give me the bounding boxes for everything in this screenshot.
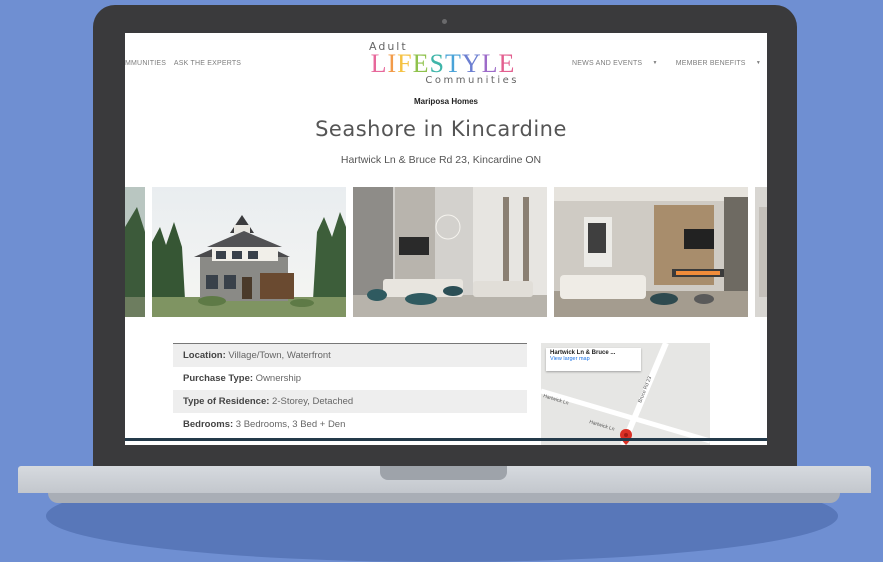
photo-gallery[interactable] [125, 187, 767, 317]
nav-benefits-label: MEMBER BENEFITS [675, 60, 746, 67]
listing-address: Hartwick Ln & Bruce Rd 23, Kincardine ON [340, 154, 542, 166]
detail-row-residence-type: Type of Residence: 2-Storey, Detached [173, 390, 527, 413]
logo-letter: Y [461, 49, 482, 78]
property-details-list: Location: Village/Town, Waterfront Purch… [173, 343, 527, 436]
builder-name[interactable]: Mariposa Homes [125, 97, 767, 106]
nav-left: MMUNITIES ASK THE EXPERTS [125, 60, 247, 67]
detail-value: 3 Bedrooms, 3 Bed + Den [233, 419, 346, 430]
logo-letter: I [387, 49, 398, 78]
logo-letter: L [370, 49, 388, 78]
detail-label: Type of Residence: [183, 396, 270, 407]
nav-item-communities[interactable]: MMUNITIES [125, 60, 166, 67]
map-info-card: Hartwick Ln & Bruce ... View larger map [546, 348, 641, 371]
gallery-photo-great-room[interactable] [554, 187, 748, 317]
nav-item-news-and-events[interactable]: NEWS AND EVENTS ▼ [564, 60, 658, 67]
detail-value: Village/Town, Waterfront [225, 350, 331, 361]
laptop-base-bottom [48, 493, 840, 503]
caret-down-icon: ▼ [755, 60, 761, 67]
logo-letter: T [444, 49, 462, 78]
nav-item-member-benefits[interactable]: MEMBER BENEFITS ▼ [668, 60, 761, 67]
detail-label: Location: [183, 350, 226, 361]
caret-down-icon: ▼ [652, 60, 658, 67]
nav-news-label: NEWS AND EVENTS [572, 60, 643, 67]
detail-label: Bedrooms: [183, 419, 234, 430]
logo-letter: S [429, 49, 445, 78]
gallery-photo-exterior[interactable] [152, 187, 346, 317]
logo-letter: F [397, 49, 413, 78]
map-road-label-hartwick-2: Hartwick Ln [588, 419, 615, 432]
site-logo[interactable]: Adult LIFESTYLE Communities [367, 41, 519, 86]
detail-row-purchase-type: Purchase Type: Ownership [173, 367, 527, 390]
page-title: Seashore in Kincardine [315, 117, 567, 141]
detail-label: Purchase Type: [183, 373, 254, 384]
laptop-notch [380, 466, 507, 480]
detail-value: 2-Storey, Detached [269, 396, 354, 407]
logo-letter: L [481, 49, 499, 78]
logo-letter: E [498, 49, 516, 78]
nav-right: NEWS AND EVENTS ▼ MEMBER BENEFITS ▼ [556, 60, 761, 67]
webcam [442, 19, 447, 24]
embedded-map[interactable]: Bruce Rd 23 Hartwick Ln Hartwick Ln Hart… [541, 343, 710, 445]
view-larger-map-link[interactable]: View larger map [550, 356, 637, 362]
browser-screen: MMUNITIES ASK THE EXPERTS Adult LIFESTYL… [125, 33, 767, 445]
gallery-photo-partial-right[interactable] [755, 187, 767, 317]
logo-letter: E [412, 49, 430, 78]
footer-bar [125, 438, 767, 441]
nav-item-ask-the-experts[interactable]: ASK THE EXPERTS [174, 60, 241, 67]
detail-row-bedrooms: Bedrooms: 3 Bedrooms, 3 Bed + Den [173, 413, 527, 436]
detail-row-location: Location: Village/Town, Waterfront [173, 343, 527, 367]
gallery-photo-partial-left[interactable] [125, 187, 145, 317]
gallery-photo-living-room[interactable] [353, 187, 547, 317]
detail-value: Ownership [253, 373, 302, 384]
logo-word-lifestyle: LIFESTYLE [367, 49, 519, 78]
